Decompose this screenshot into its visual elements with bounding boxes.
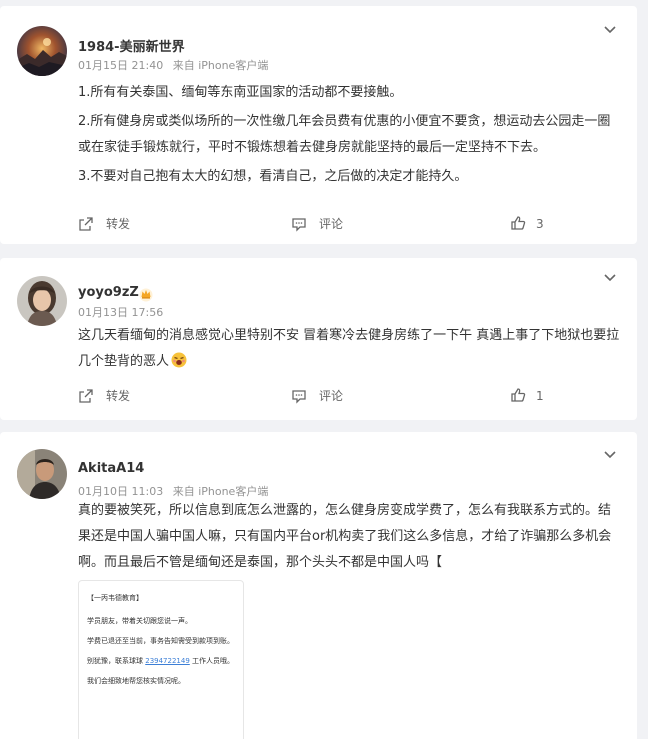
post-timestamp[interactable]: 01月13日 17:56 [78,306,163,319]
avatar[interactable] [17,276,67,326]
post-paragraph: 1.所有有关泰国、缅甸等东南亚国家的活动都不要接触。 [78,85,403,100]
username[interactable]: 1984-美丽新世界 [78,36,185,55]
post-card: 1984-美丽新世界 01月15日 21:40 来自 iPhone客户端 1.所… [0,6,637,244]
post-paragraph: 真的要被笑死，所以信息到底怎么泄露的，怎么健身房变成学费了，怎么有我联系方式的。… [78,503,612,570]
post-text: 1.所有有关泰国、缅甸等东南亚国家的活动都不要接触。 2.所有健身房或类似场所的… [78,80,620,190]
attachment-line: 学费已退还至当前，事务告知需受到款项到账。 [87,637,234,645]
repost-icon [79,388,93,403]
attachment-line: 别犹豫，联系球球 2394722149 工作人员哦。 [87,656,234,666]
emoji-icon [171,352,187,368]
like-icon [511,216,526,230]
attachment-text: 工作人员哦。 [189,657,235,665]
avatar[interactable] [17,26,67,76]
post-source: 来自 iPhone客户端 [172,485,269,498]
attachment-line: 【一丙韦德教育】 [87,594,143,602]
post-meta: 01月10日 11:03 来自 iPhone客户端 [78,483,268,499]
like-icon [511,388,526,402]
comment-label: 评论 [319,217,344,231]
repost-label: 转发 [106,389,131,403]
post-paragraph: 这几天看缅甸的消息感觉心里特别不安 冒着寒冷去健身房练了一下午 真遇上事了下地狱… [78,328,620,369]
crown-badge-icon [139,288,153,302]
weibo-feed: 1984-美丽新世界 01月15日 21:40 来自 iPhone客户端 1.所… [0,0,648,739]
chevron-down-icon[interactable] [603,25,617,35]
comment-icon [292,389,306,404]
avatar[interactable] [17,449,67,499]
post-meta: 01月13日 17:56 [78,304,163,320]
post-card: yoyo9zZ 01月13日 17:56 这几天看缅甸的消息感觉心里特别不安 冒… [0,258,637,420]
post-paragraph: 2.所有健身房或类似场所的一次性缴几年会员费有优惠的小便宜不要贪，想运动去公园走… [78,114,611,155]
post-timestamp[interactable]: 01月15日 21:40 [78,59,163,72]
comment-button[interactable]: 评论 [291,215,343,232]
username[interactable]: AkitaA14 [78,461,144,476]
like-button[interactable]: 1 [510,387,544,403]
comment-label: 评论 [319,389,344,403]
repost-label: 转发 [106,217,131,231]
post-text: 这几天看缅甸的消息感觉心里特别不安 冒着寒冷去健身房练了一下午 真遇上事了下地狱… [78,323,620,375]
username[interactable]: yoyo9zZ [78,285,139,300]
comment-button[interactable]: 评论 [291,387,343,404]
post-source: 来自 iPhone客户端 [172,59,269,72]
post-meta: 01月15日 21:40 来自 iPhone客户端 [78,57,268,73]
repost-icon [79,216,93,231]
post-paragraph: 3.不要对自己抱有太大的幻想，看清自己，之后做的决定才能持久。 [78,169,468,184]
like-count: 3 [536,217,544,231]
chevron-down-icon[interactable] [603,273,617,283]
comment-icon [292,217,306,232]
attachment-qq-link: 2394722149 [145,657,190,665]
post-actions: 转发 评论 3 [78,215,548,235]
repost-button[interactable]: 转发 [78,215,130,232]
like-count: 1 [536,389,544,403]
post-card: AkitaA14 01月10日 11:03 来自 iPhone客户端 真的要被笑… [0,432,637,739]
post-timestamp[interactable]: 01月10日 11:03 [78,485,163,498]
post-text: 真的要被笑死，所以信息到底怎么泄露的，怎么健身房变成学费了，怎么有我联系方式的。… [78,498,620,576]
attachment-line: 我们会细致地帮您核实情况呢。 [87,677,185,685]
repost-button[interactable]: 转发 [78,387,130,404]
attachment-text: 别犹豫，联系球球 [87,657,146,665]
chevron-down-icon[interactable] [603,450,617,460]
attachment-image[interactable]: 【一丙韦德教育】 学员朋友，带着关切跟您说一声。 学费已退还至当前，事务告知需受… [78,580,244,739]
attachment-line: 学员朋友，带着关切跟您说一声。 [87,617,192,625]
like-button[interactable]: 3 [510,215,544,231]
post-actions: 转发 评论 1 [78,387,548,407]
